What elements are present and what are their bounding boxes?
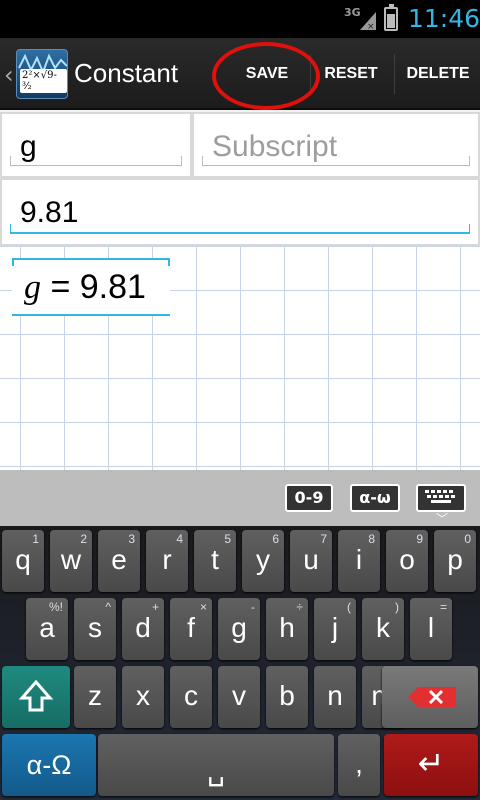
key-label: b xyxy=(279,680,295,711)
key-label: r xyxy=(162,544,172,575)
key-p[interactable]: 0p xyxy=(434,530,476,592)
key-label: x xyxy=(136,680,150,711)
comma-label: , xyxy=(355,748,363,779)
key-a[interactable]: %! a xyxy=(26,598,68,660)
key-label: d xyxy=(135,612,151,643)
signal-icon: × xyxy=(360,12,376,32)
clock: 11:46 xyxy=(408,4,480,33)
key-y[interactable]: 6y xyxy=(242,530,284,592)
soft-keyboard: 1q2w3e4r5t6y7u8i9o0p %! a ^ s + d × f - g ÷ h(j) k = l… xyxy=(0,526,480,800)
key-t[interactable]: 5t xyxy=(194,530,236,592)
value-field[interactable]: 9.81 xyxy=(0,178,480,246)
key-o[interactable]: 9o xyxy=(386,530,428,592)
key-q[interactable]: 1q xyxy=(2,530,44,592)
constant-editor: g Subscript 9.81 xyxy=(0,110,480,246)
subscript-field[interactable]: Subscript xyxy=(192,112,480,178)
key-v[interactable]: v xyxy=(218,666,260,728)
shift-key[interactable] xyxy=(2,666,70,728)
space-key[interactable]: ␣ xyxy=(98,734,334,796)
key-label: c xyxy=(184,680,198,711)
key-u[interactable]: 7u xyxy=(290,530,332,592)
formula-preview[interactable]: g = 9.81 xyxy=(12,258,170,316)
keyboard-icon[interactable] xyxy=(416,484,466,512)
reset-button[interactable]: RESET xyxy=(318,38,384,110)
key-label: k xyxy=(376,612,390,643)
key-h[interactable]: ÷ h xyxy=(266,598,308,660)
key-label: g xyxy=(231,612,247,643)
key-z[interactable]: z xyxy=(74,666,116,728)
key-label: v xyxy=(232,680,246,711)
key-d[interactable]: + d xyxy=(122,598,164,660)
svg-text:×: × xyxy=(367,22,375,32)
battery-icon xyxy=(384,4,398,31)
key-label: n xyxy=(327,680,343,711)
greek-alpha-key[interactable]: α-Ω xyxy=(2,734,96,796)
key-label: p xyxy=(447,544,463,575)
key-label: q xyxy=(15,544,31,575)
key-g[interactable]: -g xyxy=(218,598,260,660)
keyboard-toolbar: 0-9 α-ω ﹀ xyxy=(0,470,480,526)
delete-button[interactable]: DELETE xyxy=(398,38,478,110)
key-label: t xyxy=(211,544,219,575)
backspace-icon xyxy=(408,687,456,707)
formula-value: = 9.81 xyxy=(41,268,146,306)
key-label: a xyxy=(39,612,55,643)
chevron-down-icon: ﹀ xyxy=(436,512,449,526)
key-e[interactable]: 3e xyxy=(98,530,140,592)
key-label: j xyxy=(331,612,339,643)
chevron-left-icon[interactable]: ‹ xyxy=(4,61,14,89)
formula-canvas[interactable]: g = 9.81 xyxy=(0,246,480,470)
key-label: e xyxy=(111,544,127,575)
field-underline-active xyxy=(10,224,470,234)
field-underline xyxy=(202,156,470,166)
key-label: i xyxy=(355,544,363,575)
key-label: s xyxy=(88,612,102,643)
key-j[interactable]: (j xyxy=(314,598,356,660)
name-field[interactable]: g xyxy=(0,112,192,178)
key-n[interactable]: n xyxy=(314,666,356,728)
icon-formula: 2²×√9-³⁄₂ xyxy=(20,69,67,93)
key-label: u xyxy=(303,544,319,575)
key-i[interactable]: 8i xyxy=(338,530,380,592)
digits-keyboard-button[interactable]: 0-9 xyxy=(285,484,333,512)
action-bar: ‹ 2²×√9-³⁄₂ Constant SAVE RESET DELETE xyxy=(0,38,480,110)
key-l[interactable]: = l xyxy=(410,598,452,660)
key-r[interactable]: 4r xyxy=(146,530,188,592)
key-s[interactable]: ^ s xyxy=(74,598,116,660)
app-logo-icon[interactable]: 2²×√9-³⁄₂ xyxy=(16,49,68,99)
greek-keyboard-button[interactable]: α-ω xyxy=(350,484,400,512)
backspace-key[interactable] xyxy=(382,666,478,728)
key-label: z xyxy=(88,680,102,711)
enter-icon: ↵ xyxy=(417,745,445,781)
key-x[interactable]: x xyxy=(122,666,164,728)
status-bar: 3G × 11:46 xyxy=(0,0,480,38)
shift-icon xyxy=(18,679,54,712)
key-label: o xyxy=(399,544,415,575)
key-label: y xyxy=(256,544,270,575)
greek-alpha-label: α-Ω xyxy=(26,750,72,780)
space-icon: ␣ xyxy=(207,755,225,786)
enter-key[interactable]: ↵ xyxy=(384,734,478,796)
action-divider xyxy=(394,54,395,94)
key-f[interactable]: × f xyxy=(170,598,212,660)
field-underline xyxy=(10,156,182,166)
key-label: w xyxy=(60,544,82,575)
key-k[interactable]: ) k xyxy=(362,598,404,660)
key-label: f xyxy=(187,612,195,643)
key-c[interactable]: c xyxy=(170,666,212,728)
comma-key[interactable]: , xyxy=(338,734,380,796)
highlight-circle xyxy=(212,42,320,110)
key-w[interactable]: 2w xyxy=(50,530,92,592)
key-label: l xyxy=(427,612,435,643)
key-b[interactable]: b xyxy=(266,666,308,728)
key-label: h xyxy=(279,612,295,643)
formula-symbol: g xyxy=(24,269,41,306)
screen-title: Constant xyxy=(74,58,179,88)
